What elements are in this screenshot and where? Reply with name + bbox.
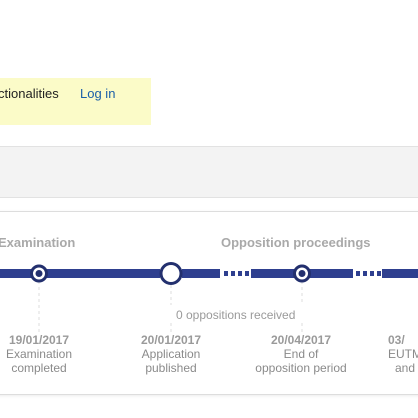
event-eutm-registered-partial: 03/ EUTM and (388, 333, 418, 375)
event-label-line1: EUTM (388, 347, 418, 361)
milestone-examination-completed (30, 264, 48, 283)
event-label-line1: Examination (5, 347, 73, 361)
functionalities-text: ctionalities (0, 86, 59, 101)
stage-examination: Examination (0, 235, 76, 250)
event-label-line1: Application (141, 347, 201, 361)
event-date: 19/01/2017 (8, 333, 70, 347)
event-label-line2: published (145, 361, 197, 375)
event-label-line1: End of (283, 347, 319, 361)
oppositions-received-note: 0 oppositions received (176, 308, 296, 322)
login-link[interactable]: Log in (80, 86, 115, 101)
track-segment-4 (382, 269, 418, 278)
track-segment-1 (0, 269, 160, 278)
event-date: 20/04/2017 (270, 333, 332, 347)
event-label-line2: opposition period (255, 361, 347, 375)
dotted-segment-1 (224, 271, 249, 276)
trademark-timeline-page: ctionalities Log in Examination Oppositi… (0, 0, 418, 418)
event-label-line2: and (395, 361, 416, 375)
toolbar-band (0, 146, 418, 198)
milestone-end-of-opposition (293, 264, 311, 283)
event-examination-completed: 19/01/2017 Examination completed (0, 333, 94, 375)
dotted-segment-2 (356, 271, 381, 276)
stage-opposition-proceedings: Opposition proceedings (221, 235, 371, 250)
event-end-of-opposition-period: 20/04/2017 End of opposition period (246, 333, 356, 375)
event-application-published: 20/01/2017 Application published (116, 333, 226, 375)
event-date: 03/ (388, 333, 405, 347)
milestone-application-published (159, 262, 183, 285)
timeline-track (0, 262, 418, 335)
track-segment-2 (182, 269, 220, 278)
event-label-line2: completed (11, 361, 67, 375)
event-date: 20/01/2017 (140, 333, 202, 347)
